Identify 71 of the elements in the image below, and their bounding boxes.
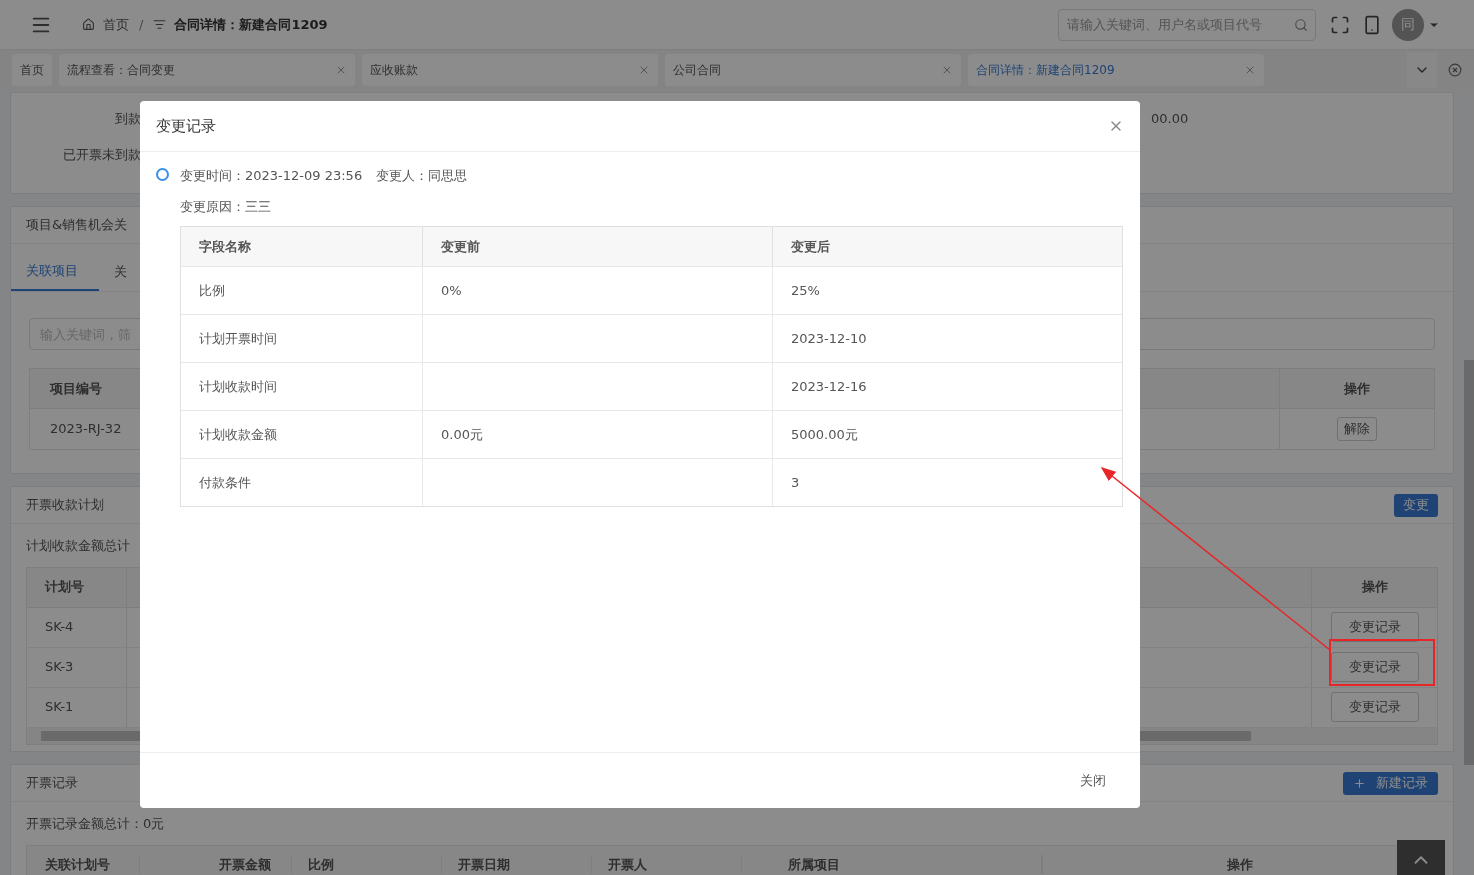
table-cell-text: 5000.00元 (791, 425, 858, 444)
field-label: 已开票未到款 (63, 147, 141, 162)
table-cell-text: 2023-12-10 (791, 329, 867, 348)
section-title: 项目&销售机会关 (26, 216, 128, 235)
table-cell-text: 0% (441, 281, 462, 300)
field-label: 到款 (115, 111, 141, 126)
column-header: 变更后 (772, 227, 1122, 266)
column-header: 计划号 (27, 567, 127, 607)
column-header: 开票日期 (441, 854, 591, 875)
field-value: 00.00 (1151, 110, 1189, 128)
change-log-button[interactable]: 变更记录 (1330, 652, 1419, 682)
close-icon[interactable] (638, 64, 650, 76)
page-tab[interactable]: 流程查看：合同变更 (59, 54, 355, 86)
table-cell: SK-1 (27, 687, 127, 727)
table-cell-text: 0.00元 (441, 425, 483, 444)
column-header: 操作 (1311, 567, 1437, 607)
change-reason: 变更原因：三三 (180, 198, 271, 214)
table-cell-text: 比例 (199, 281, 225, 300)
table-cell: SK-4 (27, 607, 127, 647)
table-cell-text: 3 (791, 473, 800, 492)
column-header: 所属项目 (741, 854, 1041, 875)
change-log-button[interactable]: 变更记录 (1330, 612, 1419, 642)
close-icon[interactable] (335, 64, 347, 76)
new-record-button[interactable]: 新建记录 (1343, 771, 1438, 795)
change-log-button[interactable]: 变更记录 (1330, 692, 1419, 722)
section-tab[interactable]: 关 (99, 253, 142, 291)
home-icon (82, 18, 95, 31)
total-label: 开票记录金额总计：0元 (26, 816, 165, 831)
column-header: 开票人 (591, 854, 741, 875)
page-tab[interactable]: 公司合同 (665, 54, 961, 86)
section-tab[interactable]: 关联项目 (11, 253, 99, 291)
column-header: 字段名称 (198, 237, 252, 256)
column-header: 项目编号 (48, 379, 103, 398)
page-tab[interactable]: 应收账款 (362, 54, 658, 86)
column-header: 比例 (291, 854, 441, 875)
table-cell: SK-3 (27, 647, 127, 687)
filter-icon (153, 18, 167, 31)
table-cell-text: 付款条件 (199, 473, 251, 492)
table-cell-text: 2023-RJ-32 (49, 420, 123, 439)
table-cell-text: 2023-12-16 (791, 377, 867, 396)
change-time: 变更时间：2023-12-09 23:56 (180, 167, 363, 185)
section-title: 开票记录 (26, 774, 78, 793)
change-button[interactable]: 变更 (1394, 493, 1438, 517)
column-header: 开票金额 (139, 854, 291, 875)
table-cell-text: 计划开票时间 (199, 329, 277, 348)
breadcrumb-separator: / (139, 15, 144, 34)
total-label: 计划收款金额总计 (26, 538, 130, 553)
phone-icon[interactable] (1362, 13, 1382, 36)
table-cell-text: 25% (791, 281, 820, 300)
close-icon[interactable] (941, 64, 953, 76)
search-icon[interactable] (1294, 17, 1308, 32)
page-tab[interactable]: 合同详情：新建合同1209 (968, 54, 1264, 86)
column-header: 关联计划号 (44, 855, 111, 874)
breadcrumb-item: 合同详情：新建合同1209 (174, 15, 328, 34)
change-person: 变更人：同思思 (376, 167, 468, 185)
tabs-dropdown-button[interactable] (1407, 52, 1437, 88)
back-to-top-button[interactable] (1397, 840, 1445, 875)
close-button[interactable]: 关闭 (1080, 770, 1106, 791)
fullscreen-icon[interactable] (1330, 14, 1350, 35)
close-all-icon[interactable] (1448, 63, 1462, 77)
unlink-button[interactable]: 解除 (1337, 417, 1377, 441)
plus-icon (1353, 776, 1366, 790)
close-icon[interactable] (1244, 64, 1256, 76)
column-header: 变更前 (422, 227, 772, 266)
table-cell-text: 计划收款金额 (199, 425, 277, 444)
column-header: 操作 (1279, 369, 1434, 408)
table-cell-text: 计划收款时间 (199, 377, 277, 396)
dialog-title: 变更记录 (156, 115, 216, 137)
breadcrumb-item[interactable]: 首页 (103, 14, 129, 35)
section-title: 开票收款计划 (26, 496, 104, 515)
page-tab[interactable]: 首页 (12, 54, 52, 86)
